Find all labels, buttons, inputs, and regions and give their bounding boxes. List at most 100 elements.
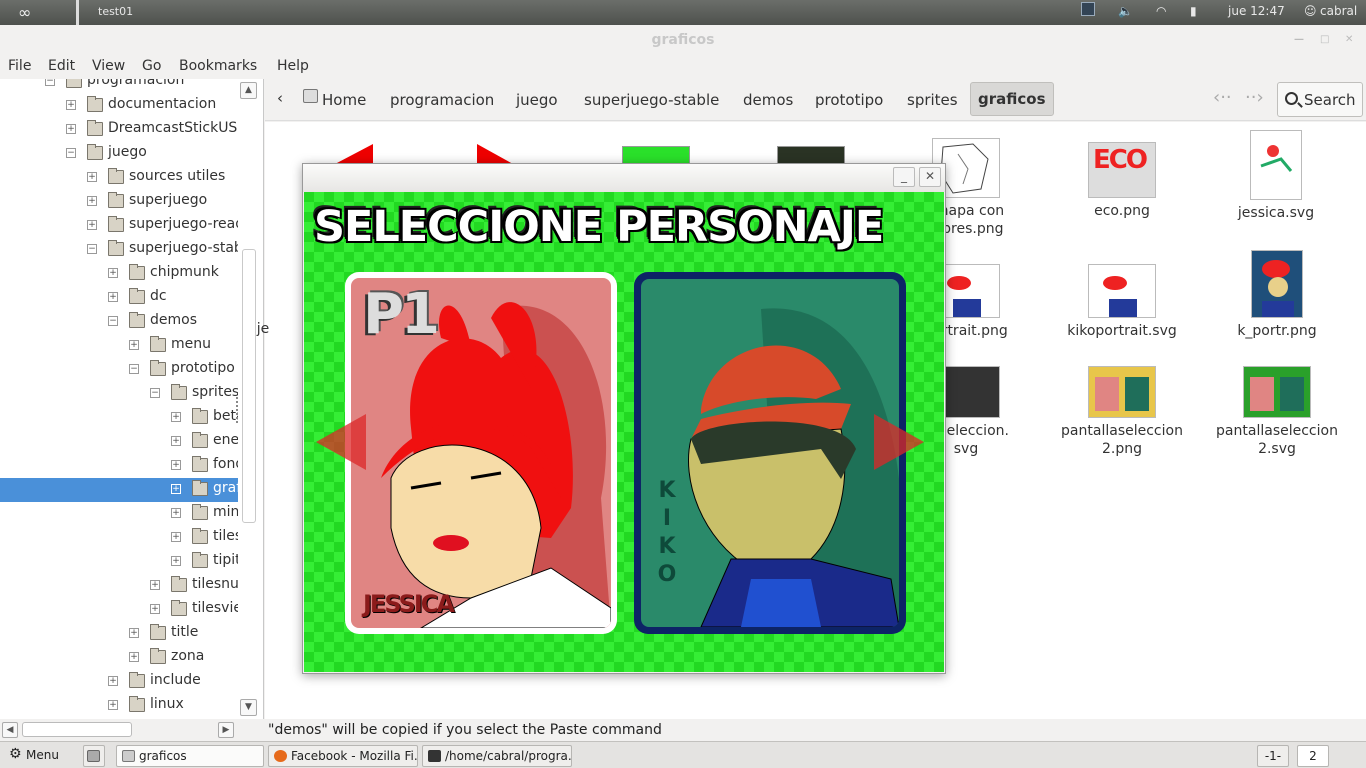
- game-window-titlebar[interactable]: _ ✕: [303, 164, 945, 192]
- file-item[interactable]: kikoportrait.svg: [1052, 264, 1192, 340]
- user-name[interactable]: cabral: [1320, 4, 1357, 18]
- sidebar-item[interactable]: − demos: [0, 310, 238, 334]
- wifi-icon[interactable]: ◠: [1156, 4, 1166, 18]
- sidebar-item[interactable]: + chipmunk: [0, 262, 238, 286]
- search-button[interactable]: Search: [1277, 82, 1363, 117]
- menu-file[interactable]: File: [8, 58, 31, 74]
- expand-icon[interactable]: +: [129, 628, 139, 638]
- expand-icon[interactable]: +: [87, 172, 97, 182]
- expand-icon[interactable]: +: [150, 604, 160, 614]
- expand-icon[interactable]: +: [108, 700, 118, 710]
- expand-icon[interactable]: +: [171, 412, 181, 422]
- game-minimize-icon[interactable]: _: [893, 167, 915, 187]
- file-item[interactable]: ECO eco.png: [1052, 142, 1192, 220]
- menu-help[interactable]: Help: [277, 58, 309, 74]
- game-close-icon[interactable]: ✕: [919, 167, 941, 187]
- sidebar-item[interactable]: + tilesviejo: [0, 598, 238, 622]
- sidebar-item[interactable]: + beta: [0, 406, 238, 430]
- home-icon[interactable]: [303, 89, 318, 103]
- sidebar-item[interactable]: + tiles: [0, 526, 238, 550]
- crumb-juego[interactable]: juego: [516, 91, 558, 109]
- sidebar-item[interactable]: + linux: [0, 694, 238, 718]
- crumb-demos[interactable]: demos: [743, 91, 793, 109]
- collapse-icon[interactable]: −: [45, 79, 55, 86]
- sidebar-item[interactable]: + documentacion: [0, 94, 238, 118]
- collapse-icon[interactable]: −: [129, 364, 139, 374]
- menu-view[interactable]: View: [92, 58, 125, 74]
- menu-edit[interactable]: Edit: [48, 58, 75, 74]
- file-item[interactable]: k_portr.png: [1207, 250, 1347, 340]
- sidebar-item[interactable]: − superjuego-stable: [0, 238, 238, 262]
- sidebar-item[interactable]: + title: [0, 622, 238, 646]
- crumb-graficos[interactable]: graficos: [970, 82, 1054, 116]
- sidebar-item[interactable]: + tipito: [0, 550, 238, 574]
- window-titlebar[interactable]: graficos — □ ✕: [0, 25, 1366, 55]
- sidebar-item[interactable]: + include: [0, 670, 238, 694]
- start-menu-button[interactable]: ⚙ Menu: [4, 745, 78, 767]
- sidebar-item[interactable]: + DreamcastStickUSB: [0, 118, 238, 142]
- select-next-arrow-icon[interactable]: [874, 414, 924, 470]
- collapse-icon[interactable]: −: [87, 244, 97, 254]
- task-game[interactable]: /home/cabral/progra...: [422, 745, 572, 767]
- file-item[interactable]: jessica.svg: [1206, 130, 1346, 222]
- expand-icon[interactable]: +: [129, 652, 139, 662]
- expand-icon[interactable]: +: [171, 460, 181, 470]
- file-item[interactable]: pantallaseleccion 2.svg: [1207, 366, 1347, 458]
- expand-icon[interactable]: +: [150, 580, 160, 590]
- expand-icon[interactable]: +: [129, 340, 139, 350]
- menu-bookmarks[interactable]: Bookmarks: [179, 58, 257, 74]
- crumb-home[interactable]: Home: [322, 91, 366, 109]
- mint-logo-icon[interactable]: ∞: [18, 3, 31, 22]
- workspace-1[interactable]: -1-: [1257, 745, 1289, 767]
- expand-icon[interactable]: +: [87, 220, 97, 230]
- sidebar-item[interactable]: + enemig: [0, 430, 238, 454]
- expand-icon[interactable]: +: [66, 100, 76, 110]
- close-icon[interactable]: ✕: [1345, 25, 1353, 55]
- sidebar-item[interactable]: + fondos: [0, 454, 238, 478]
- sidebar-item[interactable]: + tilesnuev: [0, 574, 238, 598]
- sidebar-item[interactable]: + superjuego-read-o: [0, 214, 238, 238]
- history-forward-icon[interactable]: ··›: [1245, 87, 1264, 108]
- select-previous-arrow-icon[interactable]: [316, 414, 366, 470]
- expand-icon[interactable]: +: [87, 196, 97, 206]
- expand-icon[interactable]: +: [108, 292, 118, 302]
- menu-go[interactable]: Go: [142, 58, 161, 74]
- file-thumb-arrow-left[interactable]: [335, 144, 373, 164]
- task-firefox[interactable]: Facebook - Mozilla Fi...: [268, 745, 418, 767]
- file-thumb-arrow-right[interactable]: [477, 144, 513, 164]
- expand-icon[interactable]: +: [171, 556, 181, 566]
- user-icon[interactable]: ☺: [1304, 4, 1317, 18]
- expand-icon[interactable]: +: [171, 532, 181, 542]
- show-desktop-button[interactable]: [83, 745, 105, 767]
- expand-icon[interactable]: +: [171, 436, 181, 446]
- crumb-programacion[interactable]: programacion: [390, 91, 494, 109]
- scroll-left-arrow-icon[interactable]: ◀: [2, 722, 18, 738]
- sidebar-item[interactable]: − sprites: [0, 382, 238, 406]
- sidebar-item[interactable]: + grafico: [0, 478, 238, 502]
- expand-icon[interactable]: +: [66, 124, 76, 134]
- file-item[interactable]: pantallaseleccion 2.png: [1052, 366, 1192, 458]
- sidebar-item[interactable]: − programacion: [0, 79, 238, 94]
- maximize-icon[interactable]: □: [1320, 25, 1329, 55]
- jessica-card[interactable]: P1 JESSICA: [345, 272, 617, 634]
- horizontal-scrollbar-thumb[interactable]: [22, 722, 132, 737]
- scroll-up-arrow-icon[interactable]: ▲: [240, 82, 257, 99]
- sidebar-item[interactable]: + menu: [0, 334, 238, 358]
- sidebar-horizontal-scrollbar[interactable]: ◀ ▶: [0, 719, 264, 741]
- minimize-icon[interactable]: —: [1294, 25, 1304, 55]
- sidebar-item[interactable]: + minita: [0, 502, 238, 526]
- crumb-prototipo[interactable]: prototipo: [815, 91, 883, 109]
- sidebar-item[interactable]: − prototipo: [0, 358, 238, 382]
- file-item-partial[interactable]: je: [223, 320, 303, 338]
- crumb-superjuego-stable[interactable]: superjuego-stable: [584, 91, 719, 109]
- expand-icon[interactable]: +: [108, 676, 118, 686]
- sidebar-item[interactable]: + sources utiles: [0, 166, 238, 190]
- kiko-card[interactable]: K I K O: [634, 272, 906, 634]
- battery-icon[interactable]: ▮: [1190, 4, 1197, 18]
- scroll-down-arrow-icon[interactable]: ▼: [240, 699, 257, 716]
- clock[interactable]: jue 12:47: [1228, 4, 1285, 18]
- workspace-2[interactable]: 2: [1297, 745, 1329, 767]
- collapse-icon[interactable]: −: [108, 316, 118, 326]
- expand-icon[interactable]: +: [171, 508, 181, 518]
- collapse-icon[interactable]: −: [150, 388, 160, 398]
